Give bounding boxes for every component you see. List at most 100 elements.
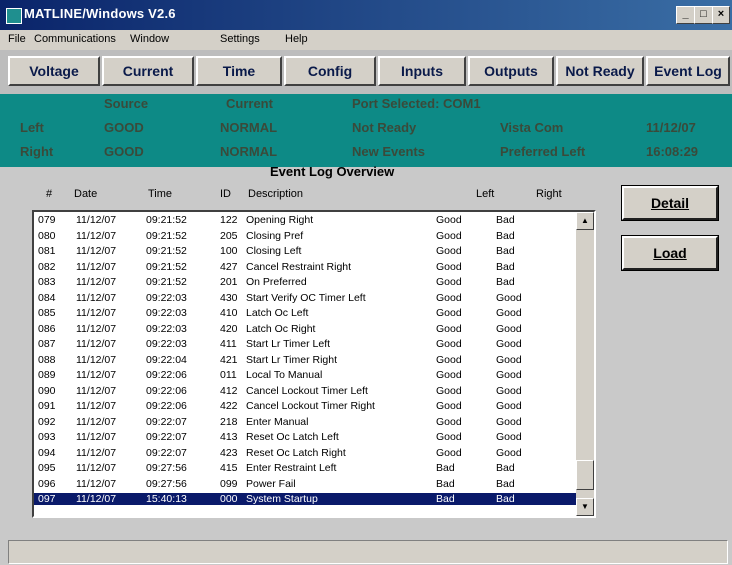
row-id: 205 xyxy=(220,229,238,242)
table-row[interactable]: 091 11/12/07 09:22:06 422 Cancel Lockout Tim… xyxy=(34,400,578,412)
table-row[interactable]: 079 11/12/07 09:21:52 122 Opening Right Good B… xyxy=(34,214,578,226)
menu-help[interactable]: Help xyxy=(285,33,308,45)
table-row[interactable]: 086 11/12/07 09:22:03 420 Latch Oc Right Good… xyxy=(34,323,578,335)
row-time: 09:27:56 xyxy=(146,462,187,474)
row-description: Latch Oc Right xyxy=(246,322,316,335)
tab-current[interactable]: Current xyxy=(102,56,194,86)
row-description: Power Fail xyxy=(246,477,296,490)
row-number: 096 xyxy=(38,477,56,490)
table-row[interactable]: 096 11/12/07 09:27:56 099 Power Fail Bad Bad xyxy=(34,478,578,490)
table-row[interactable]: 085 11/12/07 09:22:03 410 Latch Oc Left Good G… xyxy=(34,307,578,319)
row-number: 089 xyxy=(38,369,56,381)
maximize-icon[interactable]: □ xyxy=(694,6,713,24)
tab-outputs[interactable]: Outputs xyxy=(468,56,554,86)
tab-inputs[interactable]: Inputs xyxy=(378,56,466,86)
row-description: Reset Oc Latch Right xyxy=(246,446,346,459)
menu-bar: File Communications Window Settings Help xyxy=(0,30,732,51)
tab-voltage[interactable]: Voltage xyxy=(8,56,100,86)
row-description: Closing Pref xyxy=(246,229,304,242)
row-number: 080 xyxy=(38,229,56,242)
status-right-current: NORMAL xyxy=(220,144,278,159)
row-number: 088 xyxy=(38,353,56,366)
table-row[interactable]: 083 11/12/07 09:21:52 201 On Preferred Good Ba… xyxy=(34,276,578,288)
scroll-down-icon[interactable]: ▼ xyxy=(576,498,594,516)
tab-config[interactable]: Config xyxy=(284,56,376,86)
row-left: Good xyxy=(436,431,462,443)
table-row[interactable]: 087 11/12/07 09:22:03 411 Start Lr Timer Lef… xyxy=(34,338,578,350)
row-id: 100 xyxy=(220,245,238,257)
row-left: Good xyxy=(436,214,462,226)
row-right: Good xyxy=(496,369,522,381)
status-header-port: Port Selected: COM1 xyxy=(352,96,481,111)
column-number: # xyxy=(46,188,53,200)
table-row[interactable]: 097 11/12/07 15:40:13 000 System Startup Bad B… xyxy=(34,493,578,505)
row-time: 09:22:04 xyxy=(146,353,187,366)
row-right: Bad xyxy=(496,477,515,490)
table-row[interactable]: 092 11/12/07 09:22:07 218 Enter Manual Good Go… xyxy=(34,416,578,428)
column-time: Time xyxy=(148,188,173,200)
row-time: 09:22:06 xyxy=(146,384,187,397)
row-time: 09:22:07 xyxy=(146,431,187,443)
row-left: Good xyxy=(436,307,462,319)
row-id: 420 xyxy=(220,322,238,335)
row-description: Reset Oc Latch Left xyxy=(246,431,339,443)
column-right: Right xyxy=(536,188,562,200)
table-row[interactable]: 093 11/12/07 09:22:07 413 Reset Oc Latch Lef… xyxy=(34,431,578,443)
table-row[interactable]: 081 11/12/07 09:21:52 100 Closing Left Good Ba… xyxy=(34,245,578,257)
row-date: 11/12/07 xyxy=(76,493,117,505)
table-row[interactable]: 090 11/12/07 09:22:06 412 Cancel Lockout Tim… xyxy=(34,385,578,397)
row-id: 011 xyxy=(220,369,237,381)
menu-window[interactable]: Window xyxy=(130,33,169,45)
row-right: Bad xyxy=(496,493,515,505)
column-description: Description xyxy=(248,188,304,200)
menu-settings[interactable]: Settings xyxy=(220,33,260,45)
status-right-label: Right xyxy=(20,144,54,159)
table-row[interactable]: 094 11/12/07 09:22:07 423 Reset Oc Latch Rig… xyxy=(34,447,578,459)
table-row[interactable]: 095 11/12/07 09:27:56 415 Enter Restraint Le… xyxy=(34,462,578,474)
row-description: Start Verify OC Timer Left xyxy=(246,291,366,304)
close-icon[interactable]: × xyxy=(712,6,730,24)
table-row[interactable]: 089 11/12/07 09:22:06 011 Local To Manual Goo… xyxy=(34,369,578,381)
status-header-source: Source xyxy=(104,96,149,111)
row-number: 085 xyxy=(38,307,56,319)
row-id: 423 xyxy=(220,446,238,459)
row-description: Enter Restraint Left xyxy=(246,462,337,474)
row-right: Good xyxy=(496,322,522,335)
row-right: Good xyxy=(496,307,522,319)
row-number: 097 xyxy=(38,493,56,505)
row-id: 430 xyxy=(220,291,238,304)
title-bar[interactable]: MATLINE/Windows V2.6 _ □ × xyxy=(0,0,732,30)
load-button[interactable]: Load xyxy=(621,235,719,271)
status-left-info: Vista Com xyxy=(500,120,564,135)
row-time: 09:22:07 xyxy=(146,446,187,459)
status-header-current: Current xyxy=(226,96,273,111)
tab-time[interactable]: Time xyxy=(196,56,282,86)
table-row[interactable]: 084 11/12/07 09:22:03 430 Start Verify OC Ti… xyxy=(34,292,578,304)
event-log-list[interactable]: 079 11/12/07 09:21:52 122 Opening Right Good B… xyxy=(32,210,596,518)
status-right-state: New Events xyxy=(352,144,425,159)
row-right: Bad xyxy=(496,214,515,226)
status-right-info: Preferred Left xyxy=(500,144,586,159)
table-row[interactable]: 080 11/12/07 09:21:52 205 Closing Pref Good Ba… xyxy=(34,230,578,242)
table-row[interactable]: 088 11/12/07 09:22:04 421 Start Lr Timer Rig… xyxy=(34,354,578,366)
row-right: Good xyxy=(496,400,522,412)
row-date: 11/12/07 xyxy=(76,369,117,381)
minimize-icon[interactable]: _ xyxy=(676,6,695,24)
table-row[interactable]: 082 11/12/07 09:21:52 427 Cancel Restraint R… xyxy=(34,261,578,273)
row-left: Good xyxy=(436,353,462,366)
row-date: 11/12/07 xyxy=(76,384,117,397)
scroll-up-icon[interactable]: ▲ xyxy=(576,212,594,230)
detail-button[interactable]: Detail xyxy=(621,185,719,221)
scrollbar[interactable]: ▲ ▼ xyxy=(576,212,594,516)
row-date: 11/12/07 xyxy=(76,322,117,335)
row-id: 415 xyxy=(220,462,238,474)
row-time: 09:22:06 xyxy=(146,400,187,412)
row-date: 11/12/07 xyxy=(76,477,117,490)
tab-event-log[interactable]: Event Log xyxy=(646,56,730,86)
row-description: Opening Right xyxy=(246,214,314,226)
menu-file[interactable]: File xyxy=(8,33,26,45)
row-description: Cancel Lockout Timer Left xyxy=(246,384,368,397)
menu-communications[interactable]: Communications xyxy=(34,33,116,45)
scroll-thumb[interactable] xyxy=(576,460,594,490)
tab-not-ready[interactable]: Not Ready xyxy=(556,56,644,86)
